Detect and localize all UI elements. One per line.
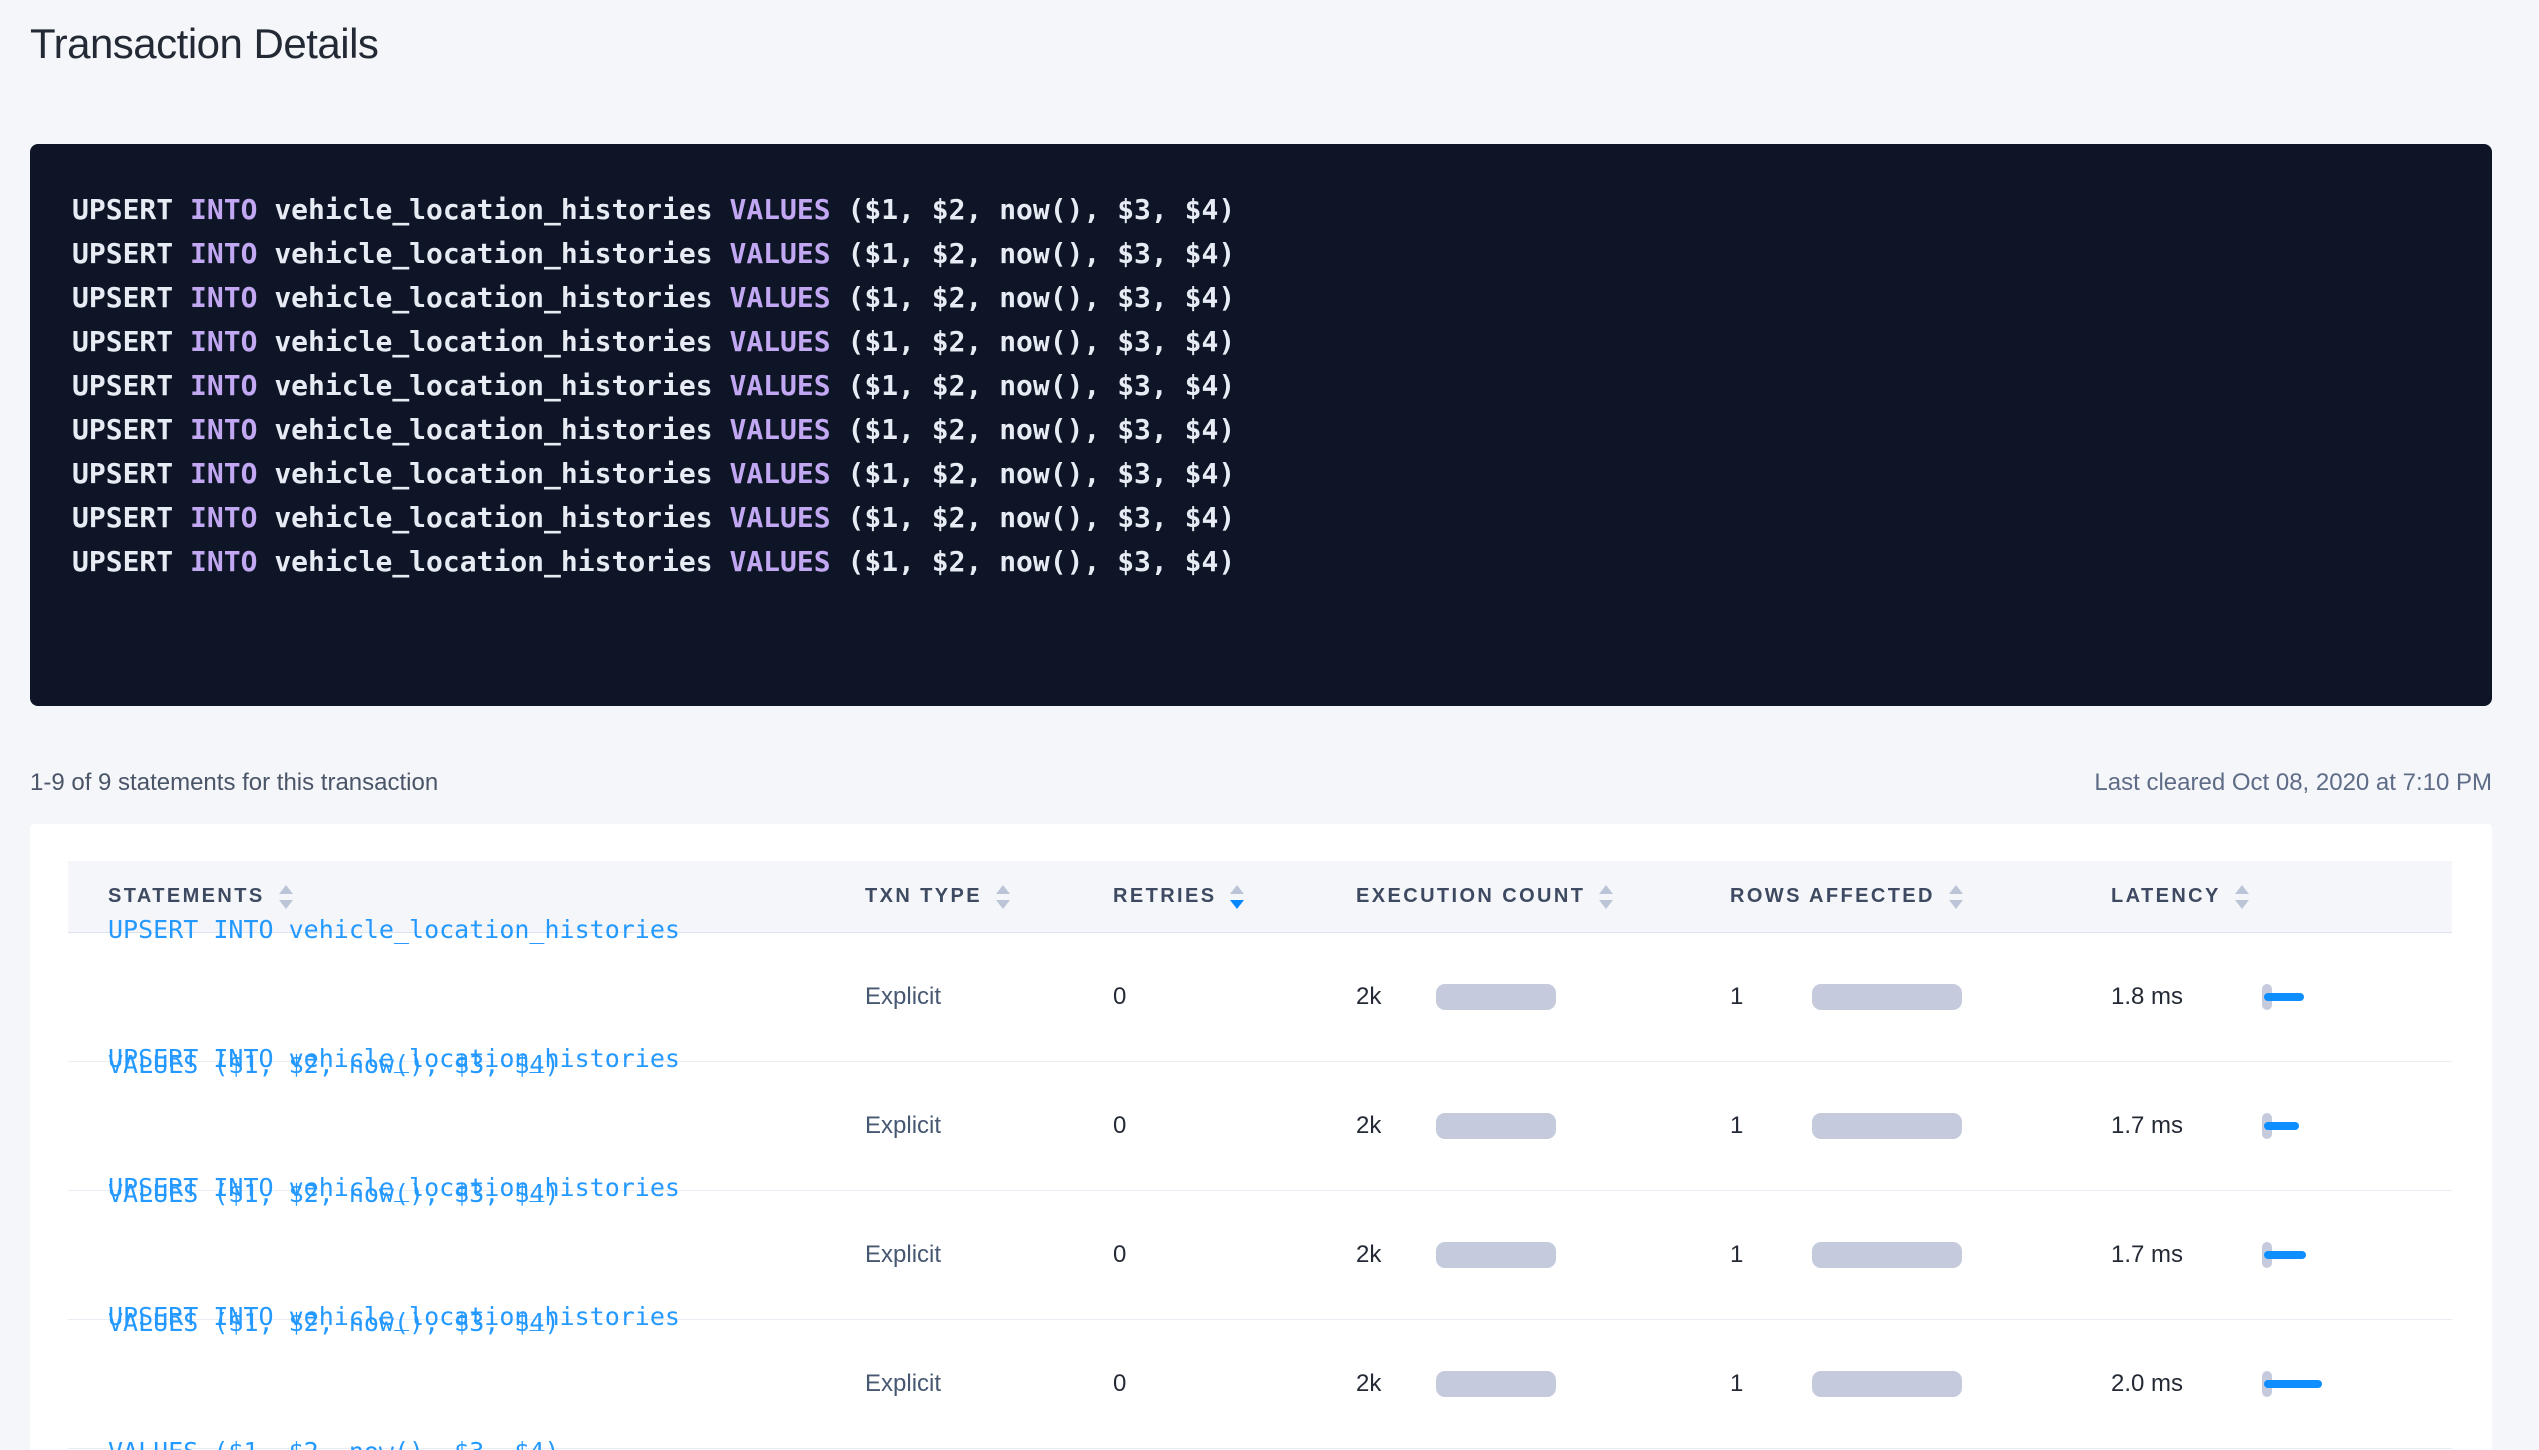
transaction-details-page: Transaction Details UPSERT INTO vehicle_… bbox=[0, 0, 2539, 1450]
execution-count-cell: 2k bbox=[1356, 1241, 1730, 1269]
latency-value: 1.7 ms bbox=[2111, 1241, 2262, 1269]
statements-table-card: Statements Txn Type Retries Execution Co… bbox=[30, 824, 2492, 1450]
latency-bar-chart bbox=[2262, 1240, 2332, 1270]
retries-cell: 0 bbox=[1113, 1241, 1356, 1269]
retries-value: 0 bbox=[1113, 1370, 1126, 1398]
sort-arrows-icon bbox=[1230, 885, 1244, 909]
sort-asc-icon bbox=[2235, 885, 2249, 894]
execution-count-cell: 2k bbox=[1356, 983, 1730, 1011]
retries-value: 0 bbox=[1113, 1241, 1126, 1269]
latency-value: 1.7 ms bbox=[2111, 1112, 2262, 1140]
latency-value: 1.8 ms bbox=[2111, 983, 2262, 1011]
rows-affected-cell: 1 bbox=[1730, 1241, 2111, 1269]
sql-code-line: UPSERT INTO vehicle_location_histories V… bbox=[72, 540, 2462, 584]
rows-affected-value: 1 bbox=[1730, 1112, 1812, 1140]
txn-type-value: Explicit bbox=[865, 983, 941, 1011]
last-cleared-timestamp: Last cleared Oct 08, 2020 at 7:10 PM bbox=[2094, 768, 2492, 798]
txn-type-value: Explicit bbox=[865, 1241, 941, 1269]
latency-value: 2.0 ms bbox=[2111, 1370, 2262, 1398]
rows-affected-bar bbox=[1812, 1242, 1962, 1268]
sort-arrows-icon bbox=[996, 885, 1010, 909]
latency-bar-chart bbox=[2262, 982, 2332, 1012]
sort-asc-icon bbox=[996, 885, 1010, 894]
latency-bar-chart bbox=[2262, 1369, 2332, 1399]
table-body: UPSERT INTO vehicle_location_histories V… bbox=[68, 933, 2452, 1449]
statements-table: Statements Txn Type Retries Execution Co… bbox=[68, 861, 2452, 1449]
sql-code-line: UPSERT INTO vehicle_location_histories V… bbox=[72, 232, 2462, 276]
statements-count-summary: 1-9 of 9 statements for this transaction bbox=[30, 768, 438, 798]
rows-affected-value: 1 bbox=[1730, 983, 1812, 1011]
sort-desc-icon bbox=[2235, 900, 2249, 909]
rows-affected-cell: 1 bbox=[1730, 1112, 2111, 1140]
latency-cell: 1.7 ms bbox=[2111, 1240, 2452, 1270]
retries-cell: 0 bbox=[1113, 1370, 1356, 1398]
sql-code-line: UPSERT INTO vehicle_location_histories V… bbox=[72, 496, 2462, 540]
latency-bar bbox=[2264, 1122, 2299, 1130]
txn-type-cell: Explicit bbox=[865, 1370, 1113, 1398]
sql-code-line: UPSERT INTO vehicle_location_histories V… bbox=[72, 408, 2462, 452]
sql-code-line: UPSERT INTO vehicle_location_histories V… bbox=[72, 188, 2462, 232]
execution-count-bar bbox=[1436, 1371, 1556, 1397]
rows-affected-value: 1 bbox=[1730, 1370, 1812, 1398]
sort-asc-icon bbox=[1230, 885, 1244, 894]
sort-arrows-icon bbox=[1599, 885, 1613, 909]
sort-desc-icon bbox=[1230, 900, 1244, 909]
sort-desc-icon bbox=[1599, 900, 1613, 909]
latency-bar bbox=[2264, 993, 2304, 1001]
sort-desc-icon bbox=[1949, 900, 1963, 909]
sort-arrows-icon bbox=[2235, 885, 2249, 909]
sql-code-line: UPSERT INTO vehicle_location_histories V… bbox=[72, 320, 2462, 364]
sort-asc-icon bbox=[1949, 885, 1963, 894]
latency-cell: 1.7 ms bbox=[2111, 1111, 2452, 1141]
execution-count-cell: 2k bbox=[1356, 1370, 1730, 1398]
transaction-sql-box: UPSERT INTO vehicle_location_histories V… bbox=[30, 144, 2492, 706]
txn-type-cell: Explicit bbox=[865, 1112, 1113, 1140]
column-header-execution-count[interactable]: Execution Count bbox=[1356, 885, 1730, 909]
column-header-retries[interactable]: Retries bbox=[1113, 885, 1356, 909]
retries-value: 0 bbox=[1113, 983, 1126, 1011]
txn-type-cell: Explicit bbox=[865, 983, 1113, 1011]
execution-count-value: 2k bbox=[1356, 1370, 1436, 1398]
latency-cell: 2.0 ms bbox=[2111, 1369, 2452, 1399]
column-header-rows-affected[interactable]: Rows Affected bbox=[1730, 885, 2111, 909]
sql-code-line: UPSERT INTO vehicle_location_histories V… bbox=[72, 276, 2462, 320]
rows-affected-bar bbox=[1812, 1371, 1962, 1397]
execution-count-bar bbox=[1436, 1113, 1556, 1139]
rows-affected-cell: 1 bbox=[1730, 1370, 2111, 1398]
txn-type-cell: Explicit bbox=[865, 1241, 1113, 1269]
latency-bar bbox=[2264, 1380, 2322, 1388]
rows-affected-cell: 1 bbox=[1730, 983, 2111, 1011]
execution-count-value: 2k bbox=[1356, 983, 1436, 1011]
execution-count-cell: 2k bbox=[1356, 1112, 1730, 1140]
rows-affected-value: 1 bbox=[1730, 1241, 1812, 1269]
txn-type-value: Explicit bbox=[865, 1112, 941, 1140]
rows-affected-bar bbox=[1812, 984, 1962, 1010]
txn-type-value: Explicit bbox=[865, 1370, 941, 1398]
table-row: UPSERT INTO vehicle_location_histories V… bbox=[68, 1320, 2452, 1449]
latency-bar-chart bbox=[2262, 1111, 2332, 1141]
execution-count-value: 2k bbox=[1356, 1241, 1436, 1269]
execution-count-value: 2k bbox=[1356, 1112, 1436, 1140]
column-header-txn-type[interactable]: Txn Type bbox=[865, 885, 1113, 909]
execution-count-bar bbox=[1436, 1242, 1556, 1268]
sql-code-line: UPSERT INTO vehicle_location_histories V… bbox=[72, 452, 2462, 496]
sort-desc-icon bbox=[996, 900, 1010, 909]
page-title: Transaction Details bbox=[30, 0, 2492, 68]
sort-asc-icon bbox=[1599, 885, 1613, 894]
sort-arrows-icon bbox=[1949, 885, 1963, 909]
retries-cell: 0 bbox=[1113, 983, 1356, 1011]
table-summary-row: 1-9 of 9 statements for this transaction… bbox=[30, 768, 2492, 798]
sql-code-line: UPSERT INTO vehicle_location_histories V… bbox=[72, 364, 2462, 408]
execution-count-bar bbox=[1436, 984, 1556, 1010]
latency-cell: 1.8 ms bbox=[2111, 982, 2452, 1012]
retries-cell: 0 bbox=[1113, 1112, 1356, 1140]
rows-affected-bar bbox=[1812, 1113, 1962, 1139]
statement-link[interactable]: UPSERT INTO vehicle_location_histories V… bbox=[108, 1204, 680, 1450]
retries-value: 0 bbox=[1113, 1112, 1126, 1140]
statement-cell: UPSERT INTO vehicle_location_histories V… bbox=[68, 1204, 865, 1450]
latency-bar bbox=[2264, 1251, 2306, 1259]
column-header-latency[interactable]: Latency bbox=[2111, 885, 2452, 909]
